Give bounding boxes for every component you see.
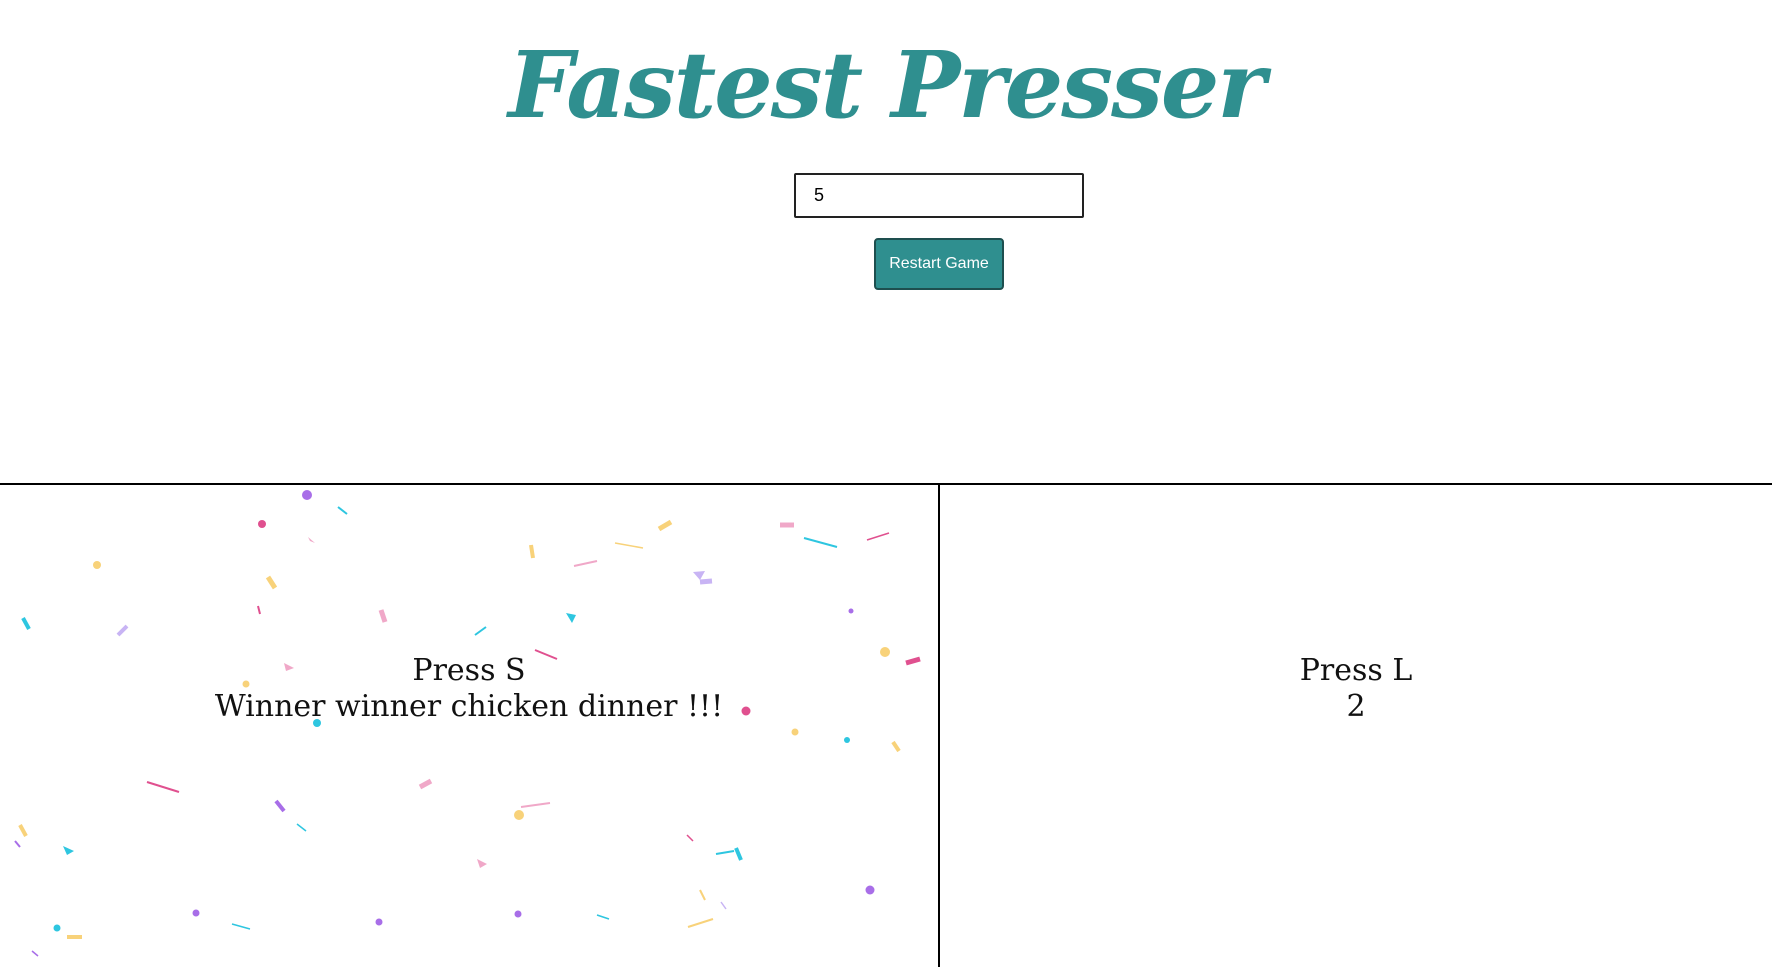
- player-one-status: Winner winner chicken dinner !!!: [214, 689, 724, 724]
- player-two-text: Press L 2: [940, 653, 1772, 725]
- player-one-text: Press S Winner winner chicken dinner !!!: [0, 653, 938, 725]
- header: Fastest Presser Restart Game: [0, 0, 1772, 483]
- target-score-input[interactable]: [794, 173, 1084, 218]
- player-two-score: 2: [1346, 689, 1366, 724]
- player-two-prompt: Press L: [1299, 653, 1413, 688]
- player-two-panel[interactable]: Press L 2: [940, 485, 1772, 967]
- confetti-animation: [14, 490, 921, 957]
- player-one-panel[interactable]: Press S Winner winner chicken dinner !!!: [0, 485, 940, 967]
- page-title: Fastest Presser: [508, 31, 1266, 139]
- restart-game-button[interactable]: Restart Game: [874, 238, 1004, 290]
- game-arena: Press S Winner winner chicken dinner !!!: [0, 483, 1772, 967]
- player-one-prompt: Press S: [412, 653, 526, 688]
